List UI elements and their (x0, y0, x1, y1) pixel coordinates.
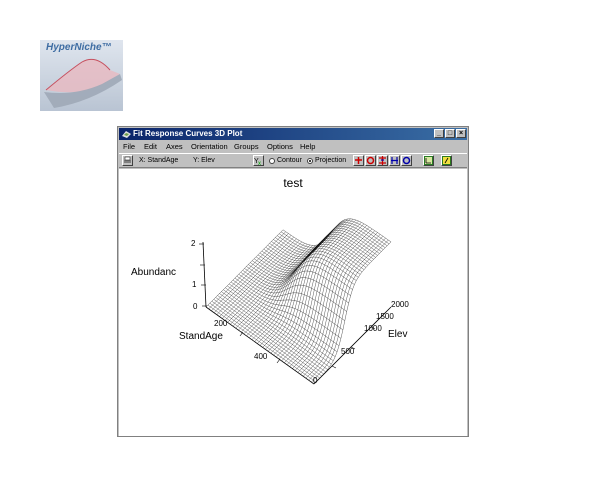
y-tick-label: 1500 (376, 312, 394, 321)
menu-file[interactable]: File (123, 142, 135, 152)
contour-radio[interactable] (269, 158, 275, 164)
ring-blue-icon (402, 156, 411, 165)
surface-mesh (205, 218, 392, 385)
menu-help[interactable]: Help (300, 142, 315, 152)
minimize-button[interactable]: _ (434, 129, 444, 138)
plot-window: Fit Response Curves 3D Plot _ □ × File E… (117, 126, 469, 437)
print-button[interactable] (122, 155, 133, 166)
toolbar: X: StandAge Y: Elev Y x Contour Projecti… (119, 153, 467, 168)
ring-red-icon (366, 156, 375, 165)
swap-axes-icon: Y x (254, 158, 261, 167)
tilt-icon (379, 156, 386, 165)
x-tick-label: 400 (254, 352, 268, 361)
rotate-ring-blue-button[interactable] (401, 155, 412, 166)
svg-text:x: x (258, 161, 261, 165)
y-axis-variable: Y: Elev (193, 157, 215, 164)
x-tick-label: 200 (214, 319, 228, 328)
menu-bar: File Edit Axes Orientation Groups Option… (119, 141, 467, 152)
z-axis-label: Abundanc (131, 267, 177, 278)
logo-text: HyperNiche™ (46, 42, 112, 53)
z-tick-label: 0 (193, 302, 198, 311)
spin-icon (391, 157, 398, 164)
title-bar[interactable]: Fit Response Curves 3D Plot _ □ × (119, 128, 467, 140)
y-tick-label: 0 (313, 376, 318, 385)
x-tick-mark (276, 358, 281, 364)
window-title: Fit Response Curves 3D Plot (133, 129, 243, 138)
y-axis-label: Elev (388, 329, 408, 340)
menu-axes[interactable]: Axes (166, 142, 183, 152)
projection-radio[interactable] (307, 158, 313, 164)
z-axis-line (202, 241, 207, 308)
z-tick-label: 2 (191, 239, 196, 248)
y-tick-label: 500 (341, 347, 355, 356)
printer-icon (124, 156, 131, 163)
axes-style-icon (424, 156, 433, 165)
app-icon (122, 131, 131, 138)
menu-orientation[interactable]: Orientation (191, 142, 228, 152)
plot-area: test Abundanc StandAge Elev 0 1 2 200 40… (119, 169, 467, 436)
spin-button[interactable] (389, 155, 400, 166)
menu-edit[interactable]: Edit (144, 142, 157, 152)
rotate-up-button[interactable] (353, 155, 364, 166)
color-style-button[interactable] (441, 155, 452, 166)
menu-groups[interactable]: Groups (234, 142, 259, 152)
rotate-up-icon (355, 157, 362, 164)
x-axis-variable: X: StandAge (139, 157, 179, 164)
rotate-ring-button[interactable] (365, 155, 376, 166)
y-tick-label: 1000 (364, 324, 382, 333)
surface-plot (199, 218, 392, 385)
z-tick-label: 1 (192, 280, 197, 289)
maximize-button[interactable]: □ (445, 129, 455, 138)
x-axis-label: StandAge (179, 331, 223, 342)
y-tick-mark (331, 365, 337, 369)
close-button[interactable]: × (456, 129, 466, 138)
hyperniche-logo: HyperNiche™ (40, 40, 123, 111)
menu-options[interactable]: Options (267, 142, 293, 152)
tilt-button[interactable] (377, 155, 388, 166)
y-tick-label: 2000 (391, 300, 409, 309)
projection-label: Projection (315, 157, 347, 164)
color-style-icon (442, 156, 451, 165)
axes-style-button[interactable] (423, 155, 434, 166)
contour-label: Contour (277, 157, 302, 164)
surface-wireframe (205, 218, 392, 385)
swap-axes-button[interactable]: Y x (253, 155, 264, 167)
